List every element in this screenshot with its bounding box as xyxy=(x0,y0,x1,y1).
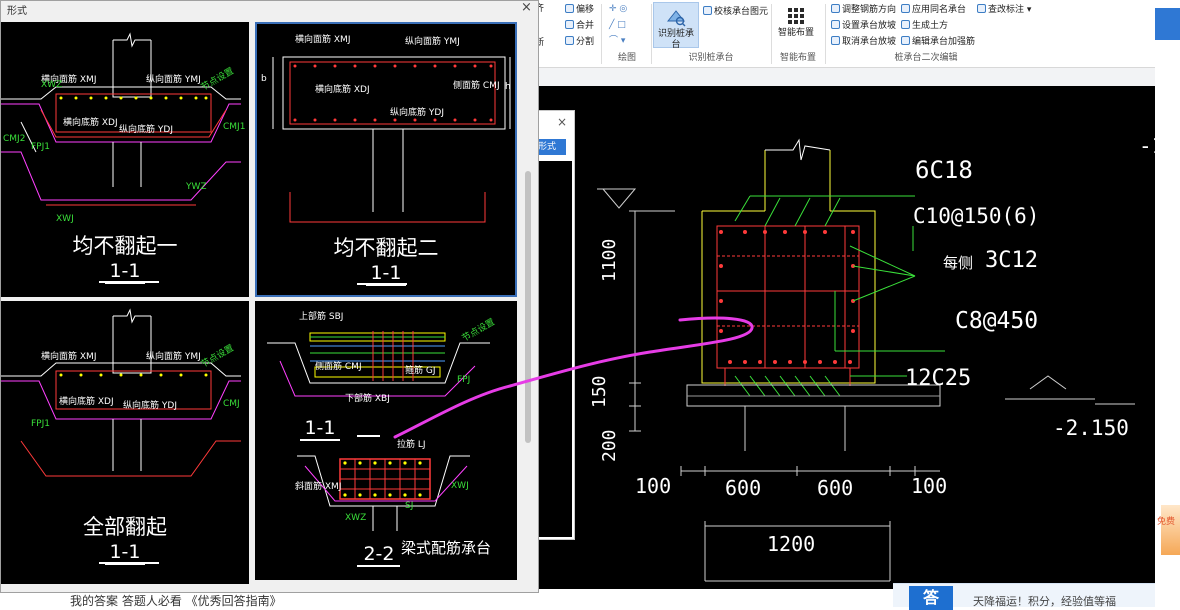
handdrawn-annotation-stroke xyxy=(393,316,754,439)
